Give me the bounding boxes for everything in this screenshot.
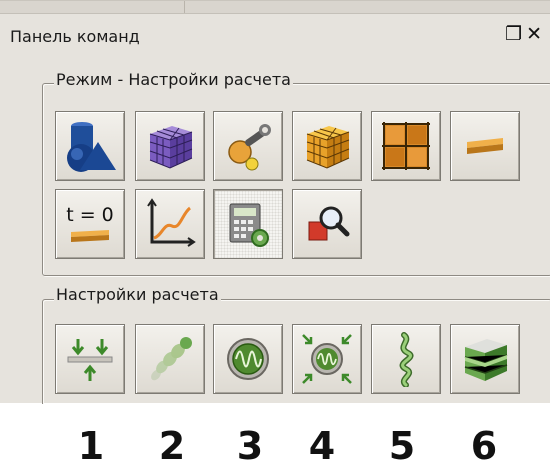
number-label-5: 5 (388, 424, 416, 468)
zoom-result-button[interactable] (292, 189, 362, 259)
layered-cube-button[interactable] (450, 324, 520, 394)
grid-button[interactable] (371, 111, 441, 181)
number-label-4: 4 (308, 424, 336, 468)
spring-button[interactable] (371, 324, 441, 394)
command-panel: Панель команд ❐✕ Режим - Настройки расче… (0, 0, 550, 421)
top-toolbar-strip (0, 1, 550, 14)
wave-circle-arrows-button[interactable] (292, 324, 362, 394)
wave-circle-arrows-icon (302, 334, 352, 384)
mesh-cube-orange-icon (306, 126, 350, 169)
grid-layout-icon (382, 122, 430, 170)
panel-title: Панель команд (10, 27, 140, 46)
beam-icon (467, 138, 503, 154)
button-number-labels: 1 2 3 4 5 6 (0, 404, 550, 468)
group-mode-settings-title: Режим - Настройки расчета (54, 70, 293, 89)
mesh-cube-purple-icon (149, 126, 193, 169)
chart-curve-icon (147, 198, 196, 247)
chart-button[interactable] (135, 189, 205, 259)
calculation-settings-icon (229, 203, 269, 247)
number-label-2: 2 (158, 424, 186, 468)
spring-icon (399, 332, 414, 387)
initial-conditions-icon: t = 0 (66, 204, 114, 244)
group-calculation-settings-title: Настройки расчета (54, 285, 221, 304)
mesh-button[interactable] (135, 111, 205, 181)
calculation-settings-button[interactable] (213, 189, 283, 259)
beam-small-icon (70, 230, 109, 242)
close-icon[interactable]: ✕ (526, 23, 546, 45)
geometry-button[interactable] (55, 111, 125, 181)
wrench-settings-icon (228, 124, 271, 171)
number-label-3: 3 (236, 424, 264, 468)
wave-circle-icon (227, 338, 269, 380)
supports-loads-icon (67, 339, 113, 381)
number-label-1: 1 (77, 424, 105, 468)
initial-time-label: t = 0 (66, 204, 114, 226)
beads-chain-icon (151, 337, 192, 381)
number-label-6: 6 (470, 424, 498, 468)
beam-button[interactable] (450, 111, 520, 181)
window-controls: ❐✕ (505, 23, 546, 45)
mesh-orange-button[interactable] (292, 111, 362, 181)
tool-settings-button[interactable] (213, 111, 283, 181)
restore-window-icon[interactable]: ❐ (505, 23, 526, 45)
supports-loads-button[interactable] (55, 324, 125, 394)
zoom-result-icon (308, 206, 350, 241)
layered-cube-icon (464, 339, 508, 381)
geometry-shapes-icon (67, 122, 116, 172)
beads-chain-button[interactable] (135, 324, 205, 394)
initial-conditions-button[interactable]: t = 0 (55, 189, 125, 259)
wave-circle-button[interactable] (213, 324, 283, 394)
